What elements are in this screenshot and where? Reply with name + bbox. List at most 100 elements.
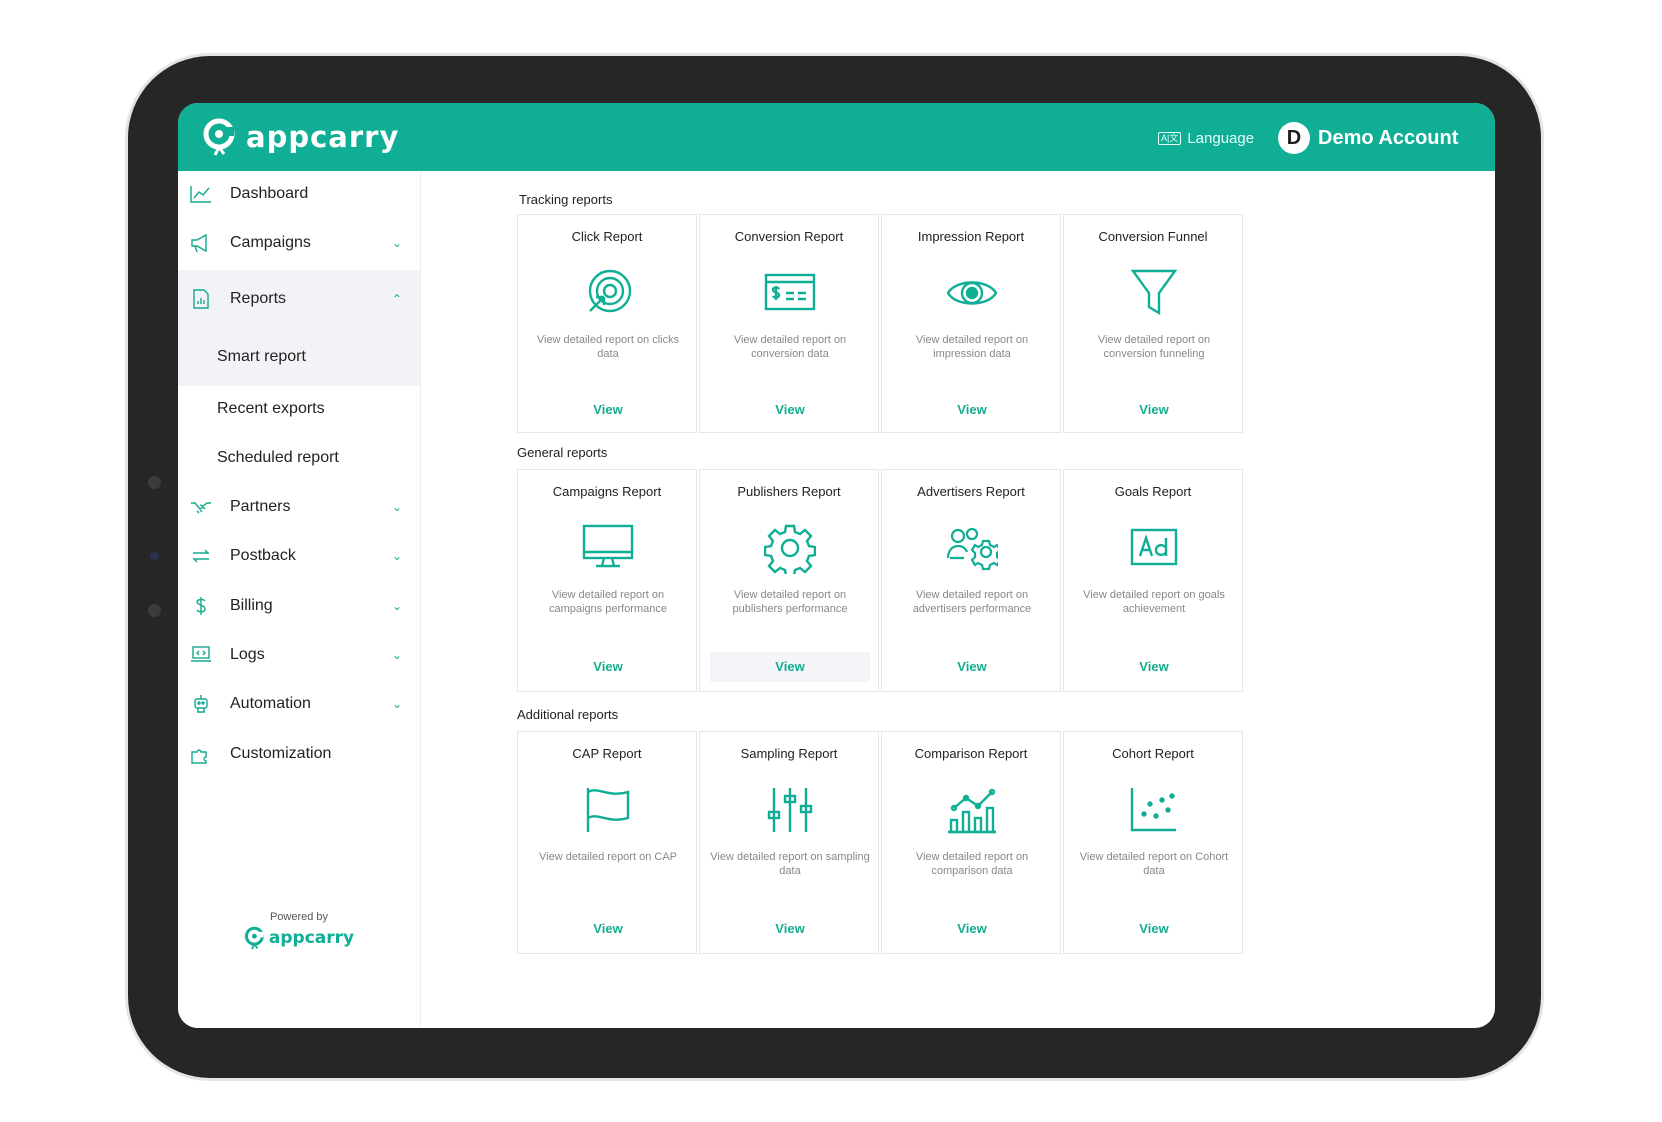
language-icon: A|文: [1158, 132, 1182, 145]
chevron-down-icon: ⌄: [392, 236, 403, 250]
view-button[interactable]: View: [710, 652, 870, 682]
sidebar-subitem-label: Recent exports: [217, 400, 325, 417]
card-title: Publishers Report: [737, 484, 841, 499]
view-button[interactable]: View: [1074, 652, 1234, 682]
report-card-click: Click Report View detailed report on cli…: [517, 214, 697, 433]
view-button[interactable]: View: [1074, 914, 1234, 944]
sidebar-item-label: Dashboard: [230, 185, 309, 202]
sidebar-item-label: Automation: [230, 695, 311, 712]
card-description: View detailed report on comparison data: [915, 851, 1029, 877]
sidebar-subitem-label: Smart report: [217, 348, 306, 365]
sidebar-item-label: Postback: [230, 547, 296, 564]
chevron-down-icon: ⌄: [392, 549, 403, 563]
monitor-icon: [582, 524, 634, 568]
scatter-chart-icon: [1130, 788, 1176, 832]
card-description: View detailed report on goals achievemen…: [1083, 589, 1225, 615]
card-title: Cohort Report: [1112, 746, 1194, 761]
powered-by: Powered by appcarry: [178, 911, 420, 951]
sidebar-item-dashboard[interactable]: Dashboard: [178, 171, 420, 217]
bar-line-chart-icon: [948, 788, 996, 834]
sidebar-subitem-scheduled-report[interactable]: Scheduled report: [178, 435, 420, 481]
app-logo[interactable]: appcarry: [202, 117, 399, 157]
language-selector[interactable]: A|文 Language: [1158, 130, 1254, 147]
sidebar-item-label: Campaigns: [230, 234, 311, 251]
sliders-icon: [767, 788, 813, 832]
sidebar-item-customization[interactable]: Customization: [178, 731, 420, 777]
camera-lens: [150, 551, 159, 560]
section-title-additional: Additional reports: [517, 707, 619, 722]
appcarry-logo-icon: [244, 926, 264, 950]
card-title: Goals Report: [1114, 484, 1192, 499]
account-name: Demo Account: [1318, 126, 1459, 149]
chevron-up-icon: ⌃: [392, 292, 403, 306]
megaphone-icon: [191, 233, 207, 253]
report-card-funnel: Conversion Funnel View detailed report o…: [1063, 214, 1243, 433]
camera-dot: [148, 476, 161, 489]
laptop-code-icon: [191, 646, 211, 662]
camera-dot: [148, 604, 161, 617]
report-card-sampling: Sampling Report View detailed report on …: [699, 731, 879, 954]
report-card-cap: CAP Report View detailed report on CAP V…: [517, 731, 697, 954]
view-button[interactable]: View: [892, 652, 1052, 682]
card-title: Click Report: [571, 229, 643, 244]
arrows-icon: [192, 549, 210, 563]
report-card-conversion: Conversion Report View detailed report o…: [699, 214, 879, 433]
view-button[interactable]: View: [1074, 395, 1234, 425]
report-card-cohort: Cohort Report View detailed report on Co…: [1063, 731, 1243, 954]
ad-icon: [1130, 528, 1178, 566]
chevron-down-icon: ⌄: [392, 599, 403, 613]
money-bill-icon: [764, 273, 816, 311]
sidebar-subitem-recent-exports[interactable]: Recent exports: [178, 386, 420, 432]
card-title: Sampling Report: [740, 746, 838, 761]
avatar: D: [1278, 122, 1310, 154]
chart-line-icon: [190, 186, 211, 203]
view-button[interactable]: View: [528, 914, 688, 944]
sidebar-subitem-smart-report[interactable]: Smart report: [178, 328, 420, 386]
report-card-goals: Goals Report View detailed report on goa…: [1063, 469, 1243, 692]
app-screen: appcarry A|文 Language D Demo Account Das…: [178, 103, 1495, 1028]
handshake-icon: [191, 502, 211, 514]
section-title-general: General reports: [517, 445, 608, 460]
appcarry-logo-icon: [203, 118, 235, 156]
card-title: Advertisers Report: [917, 484, 1025, 499]
sidebar-item-label: Logs: [230, 646, 265, 663]
view-button[interactable]: View: [710, 914, 870, 944]
sidebar-item-billing[interactable]: Billing ⌄: [178, 583, 420, 629]
card-description: View detailed report on conversion funne…: [1097, 334, 1211, 360]
sidebar: Dashboard Campaigns ⌄ Reports ⌃ Smart re…: [178, 171, 421, 1028]
sidebar-item-campaigns[interactable]: Campaigns ⌄: [178, 220, 420, 266]
view-button[interactable]: View: [710, 395, 870, 425]
target-click-icon: [588, 269, 632, 313]
chevron-down-icon: ⌄: [392, 500, 403, 514]
sidebar-item-label: Customization: [230, 745, 332, 762]
sidebar-item-automation[interactable]: Automation ⌄: [178, 681, 420, 727]
card-description: View detailed report on conversion data: [733, 334, 847, 360]
puzzle-icon: [191, 749, 207, 764]
chevron-down-icon: ⌄: [392, 697, 403, 711]
report-card-comparison: Comparison Report View detailed report o…: [881, 731, 1061, 954]
card-description: View detailed report on sampling data: [710, 851, 870, 877]
powered-by-logo: appcarry: [178, 925, 420, 951]
card-description: View detailed report on impression data: [915, 334, 1029, 360]
account-menu[interactable]: D Demo Account: [1278, 122, 1458, 154]
card-title: Comparison Report: [914, 746, 1028, 761]
card-description: View detailed report on advertisers perf…: [912, 589, 1032, 615]
sidebar-item-label: Reports: [230, 290, 287, 307]
section-title-tracking: Tracking reports: [519, 192, 613, 207]
card-description: View detailed report on CAP: [539, 851, 677, 863]
view-button[interactable]: View: [528, 395, 688, 425]
eye-icon: [946, 281, 998, 305]
robot-icon: [194, 695, 208, 713]
view-button[interactable]: View: [892, 914, 1052, 944]
sidebar-item-logs[interactable]: Logs ⌄: [178, 632, 420, 678]
sidebar-item-partners[interactable]: Partners ⌄: [178, 484, 420, 530]
sidebar-item-label: Billing: [230, 597, 273, 614]
view-button[interactable]: View: [528, 652, 688, 682]
logo-text: appcarry: [246, 120, 400, 154]
flag-icon: [586, 788, 630, 832]
sidebar-item-reports[interactable]: Reports ⌃: [178, 270, 420, 328]
card-title: Campaigns Report: [552, 484, 662, 499]
card-title: Impression Report: [917, 229, 1025, 244]
view-button[interactable]: View: [892, 395, 1052, 425]
sidebar-item-postback[interactable]: Postback ⌄: [178, 533, 420, 579]
